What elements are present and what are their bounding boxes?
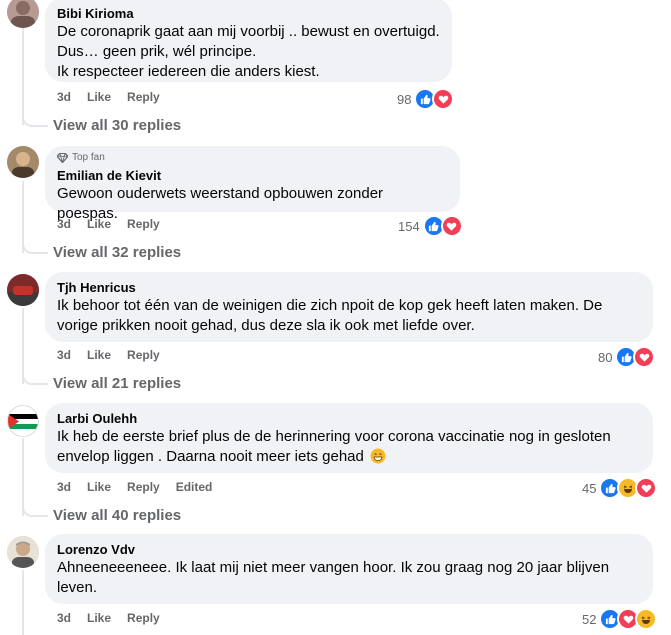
reaction-summary[interactable]: 80 (598, 346, 656, 368)
replies-connector (22, 507, 48, 517)
diamond-icon (57, 153, 68, 163)
love-reaction-icon (633, 346, 656, 368)
haha-reaction-icon (635, 608, 658, 630)
comment-text-line: Ik respecteer iedereen die anders kiest. (57, 63, 320, 80)
reaction-summary[interactable]: 45 (582, 477, 658, 499)
replies-connector (22, 117, 48, 127)
reaction-count: 154 (398, 218, 420, 234)
reaction-count: 52 (582, 611, 597, 627)
reaction-summary[interactable]: 154 (398, 215, 463, 237)
comment-text-fragment: envelop liggen . Daarna nooit meer iets … (57, 448, 364, 465)
top-fan-label: Top fan (72, 152, 105, 163)
comment-text-line: Dus… geen prik, wél principe. (57, 43, 257, 60)
reply-button[interactable]: Reply (127, 348, 160, 362)
love-reaction-icon (635, 477, 658, 499)
avatar[interactable] (7, 274, 39, 306)
reply-button[interactable]: Reply (127, 611, 160, 625)
reaction-count: 98 (397, 91, 412, 107)
palestine-flag-icon (8, 414, 38, 429)
comment-author[interactable]: Bibi Kirioma (57, 5, 440, 22)
comment-text-line: Ik behoor tot één van de weinigen die zi… (57, 297, 603, 314)
thread-line (22, 181, 24, 253)
thread-line (22, 308, 24, 384)
comment-author[interactable]: Larbi Oulehh (57, 410, 641, 427)
replies-connector (22, 244, 48, 254)
comment-actions: 3d Like Reply Edited (57, 480, 228, 494)
avatar[interactable] (7, 536, 39, 568)
comment-bubble: Bibi Kirioma De coronaprik gaat aan mij … (45, 0, 452, 82)
like-button[interactable]: Like (87, 90, 111, 104)
comment-bubble: Top fan Emilian de Kievit Gewoon ouderwe… (45, 146, 460, 222)
love-reaction-icon (432, 88, 455, 110)
comment-text-line: leven. (57, 579, 98, 596)
edited-label[interactable]: Edited (176, 480, 213, 494)
reply-button[interactable]: Reply (127, 217, 160, 231)
comment-actions: 3d Like Reply (57, 217, 176, 231)
comment-timestamp[interactable]: 3d (57, 348, 71, 362)
reply-button[interactable]: Reply (127, 90, 160, 104)
reaction-summary[interactable]: 52 (582, 608, 658, 630)
reaction-count: 80 (598, 349, 613, 365)
comment-text-line: Ik heb de eerste brief plus de de herinn… (57, 428, 611, 445)
comment-timestamp[interactable]: 3d (57, 217, 71, 231)
thread-line (22, 570, 24, 635)
comment-actions: 3d Like Reply (57, 611, 176, 625)
grin-emoji-icon (370, 448, 386, 464)
comment-actions: 3d Like Reply (57, 348, 176, 362)
avatar[interactable] (7, 405, 39, 437)
comment-text-line: Ahneeneeeneee. Ik laat mij niet meer van… (57, 559, 610, 576)
love-reaction-icon (440, 215, 463, 237)
thread-line (22, 438, 24, 516)
like-button[interactable]: Like (87, 348, 111, 362)
comment-text-line: vorige prikken nooit gehad, dus deze sla… (57, 317, 475, 334)
view-replies-link[interactable]: View all 40 replies (53, 507, 181, 524)
view-replies-link[interactable]: View all 30 replies (53, 117, 181, 134)
reaction-count: 45 (582, 480, 597, 496)
comment-actions: 3d Like Reply (57, 90, 176, 104)
view-replies-link[interactable]: View all 32 replies (53, 244, 181, 261)
avatar[interactable] (7, 146, 39, 178)
like-button[interactable]: Like (87, 217, 111, 231)
comment-timestamp[interactable]: 3d (57, 611, 71, 625)
avatar[interactable] (7, 0, 39, 28)
comment-timestamp[interactable]: 3d (57, 480, 71, 494)
replies-connector (22, 375, 48, 385)
view-replies-link[interactable]: View all 21 replies (53, 375, 181, 392)
comment-text-line: envelop liggen . Daarna nooit meer iets … (57, 447, 641, 467)
like-button[interactable]: Like (87, 480, 111, 494)
comment-bubble: Tjh Henricus Ik behoor tot één van de we… (45, 272, 653, 342)
comment-text-line: De coronaprik gaat aan mij voorbij .. be… (57, 23, 440, 40)
comment-author[interactable]: Tjh Henricus (57, 279, 641, 296)
comment-timestamp[interactable]: 3d (57, 90, 71, 104)
comment-bubble: Lorenzo Vdv Ahneeneeeneee. Ik laat mij n… (45, 534, 653, 604)
comment-author[interactable]: Lorenzo Vdv (57, 541, 641, 558)
comment-author[interactable]: Emilian de Kievit (57, 167, 448, 184)
reply-button[interactable]: Reply (127, 480, 160, 494)
reaction-summary[interactable]: 98 (397, 88, 455, 110)
top-fan-badge: Top fan (57, 151, 448, 165)
like-button[interactable]: Like (87, 611, 111, 625)
comment-bubble: Larbi Oulehh Ik heb de eerste brief plus… (45, 403, 653, 473)
thread-line (22, 28, 24, 125)
